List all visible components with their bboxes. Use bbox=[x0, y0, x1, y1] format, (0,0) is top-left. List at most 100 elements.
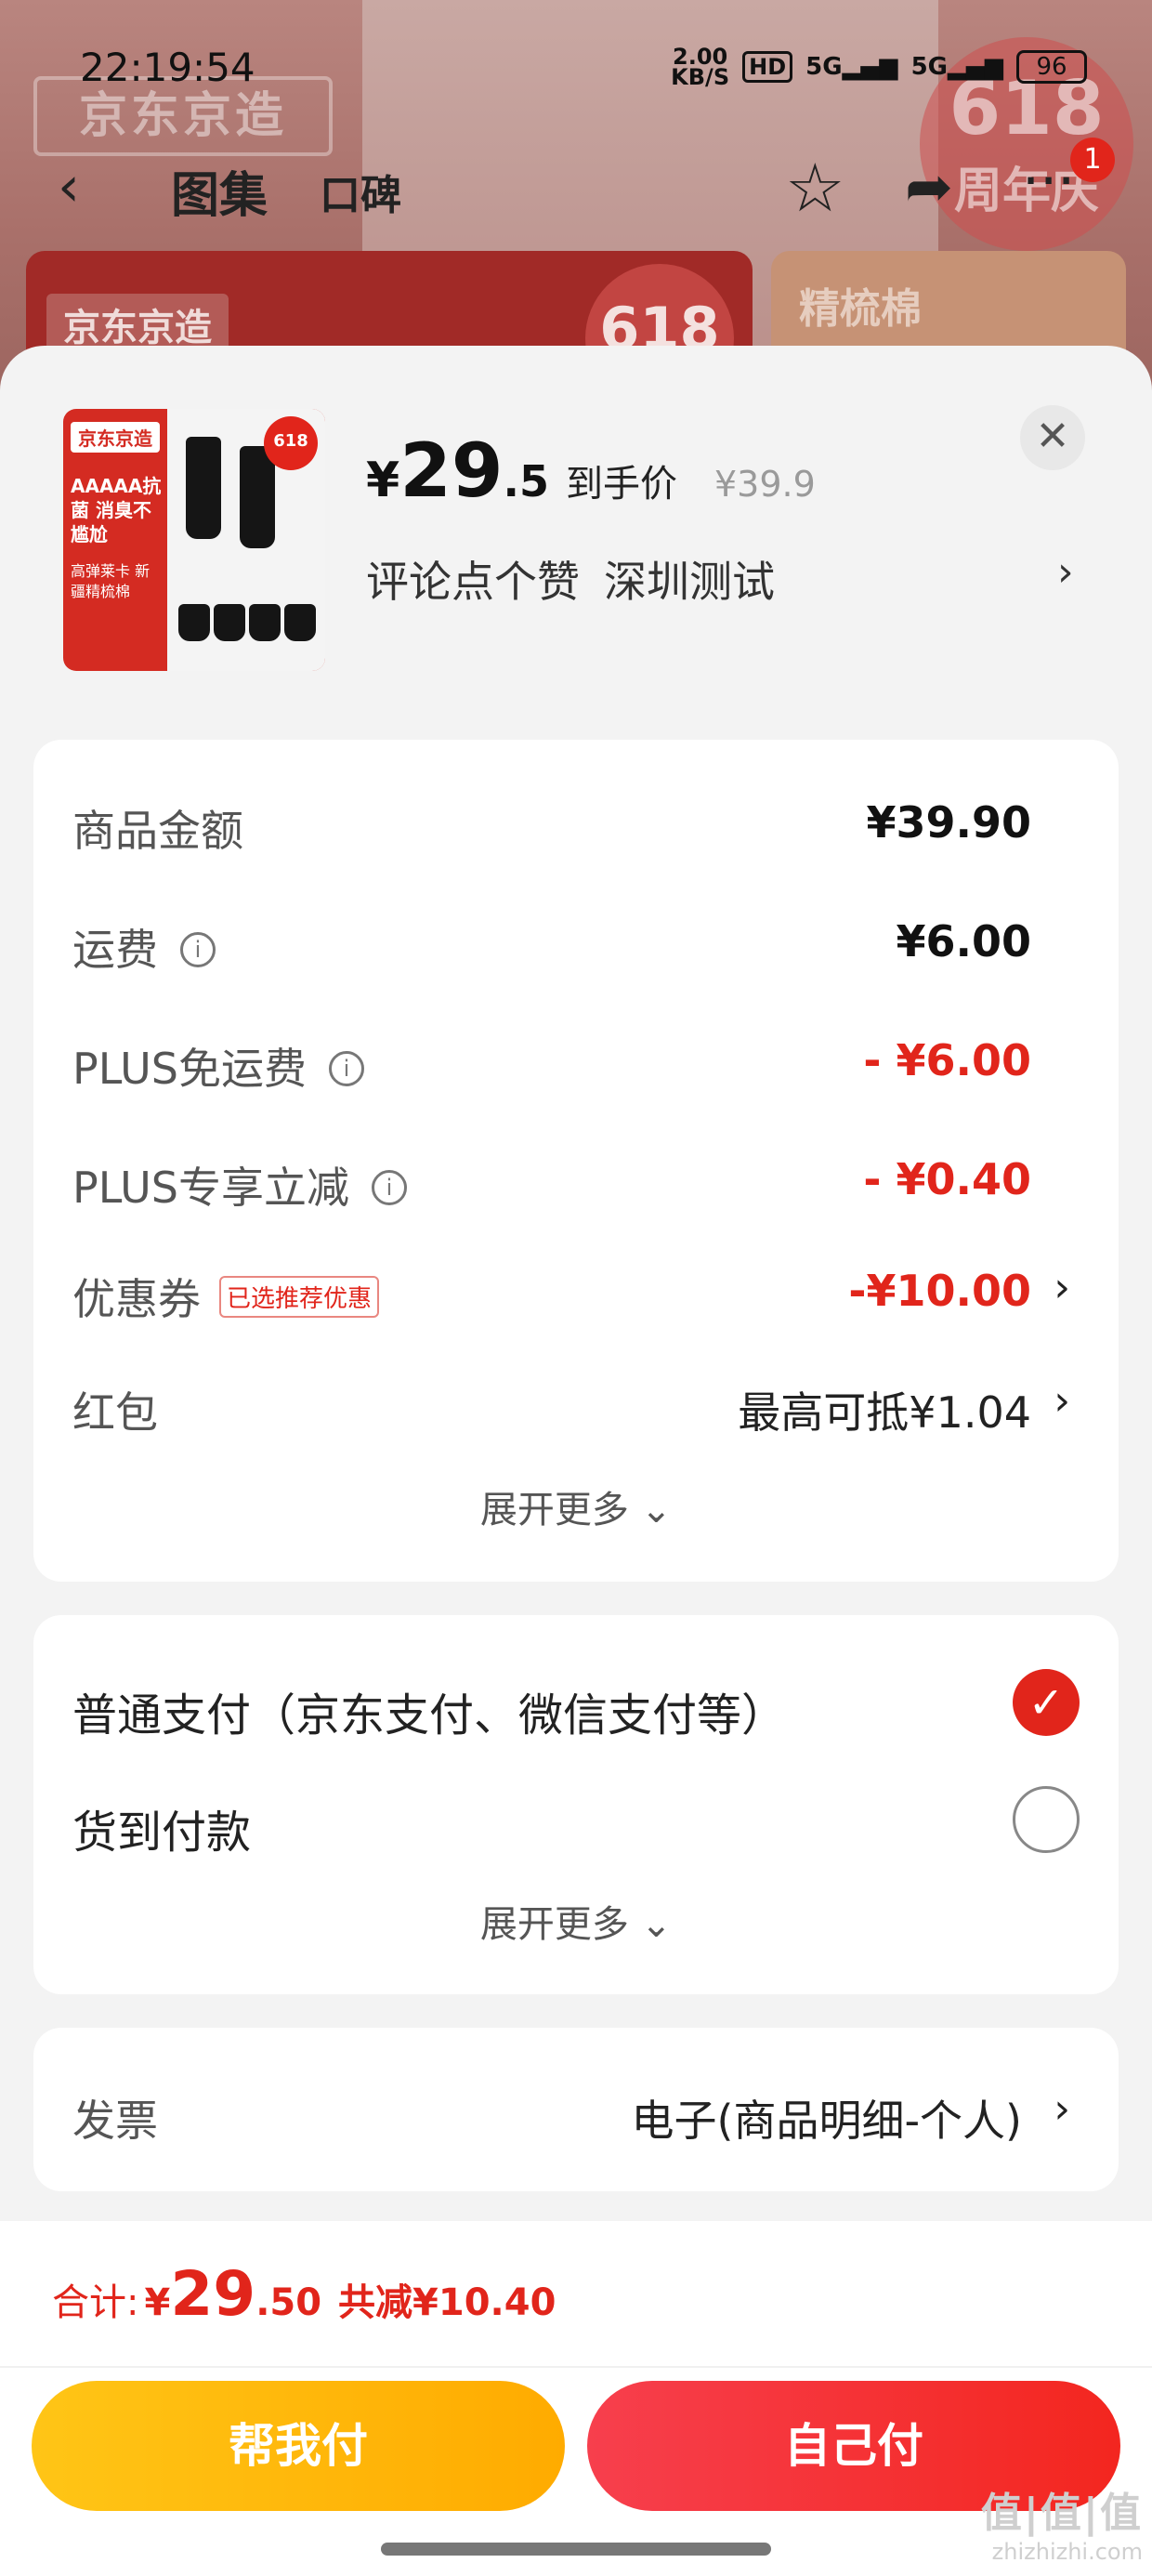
expand-label: 展开更多 bbox=[479, 1489, 629, 1531]
signal-label-1: 5G bbox=[805, 53, 843, 81]
order-total: 合计: ¥ 29 .50 共减¥10.40 bbox=[52, 2258, 556, 2330]
home-indicator[interactable] bbox=[381, 2543, 771, 2556]
status-icons: 2.00 KB/S HD 5G▂▄▆ 5G▂▄▆ 96 bbox=[671, 46, 1087, 90]
price-currency: ¥ bbox=[366, 453, 400, 508]
fee-value: - ¥0.40 bbox=[863, 1154, 1031, 1204]
fee-row-shipping: 运费 i ¥6.00 bbox=[33, 898, 1119, 981]
watermark: 值|值|值 zhizhizhi.com bbox=[981, 2479, 1143, 2565]
fee-row-red-packet[interactable]: 红包 最高可抵¥1.04 › bbox=[33, 1360, 1119, 1444]
watermark-domain: zhizhizhi.com bbox=[991, 2539, 1143, 2565]
total-currency: ¥ bbox=[144, 2281, 171, 2324]
expand-more-payments[interactable]: 展开更多 ⌄ bbox=[33, 1894, 1119, 1948]
fee-label: 商品金额 bbox=[72, 806, 243, 856]
notification-count-badge: 1 bbox=[1070, 138, 1115, 182]
info-icon[interactable]: i bbox=[371, 1169, 407, 1205]
checked-icon[interactable]: ✓ bbox=[1013, 1669, 1080, 1736]
expand-more-fees[interactable]: 展开更多 ⌄ bbox=[33, 1479, 1119, 1533]
watermark-logo: 值|值|值 bbox=[980, 2490, 1143, 2537]
fee-value: - ¥6.00 bbox=[863, 1035, 1031, 1085]
chevron-down-icon: ⌄ bbox=[640, 1489, 673, 1531]
payment-method-card: 普通支付（京东支付、微信支付等） ✓ 货到付款 展开更多 ⌄ bbox=[33, 1615, 1119, 1994]
clock: 22:19:54 bbox=[80, 45, 255, 90]
unchecked-radio-icon[interactable] bbox=[1013, 1786, 1080, 1853]
share-icon[interactable]: ➦ bbox=[905, 152, 953, 220]
fee-label: 优惠券 已选推荐优惠 bbox=[72, 1266, 380, 1327]
product-summary: 京东京造 AAAAA抗菌 消臭不尴尬 高弹莱卡 新疆精梳棉 618 ¥ 29 .… bbox=[0, 346, 1152, 717]
info-icon[interactable]: i bbox=[328, 1050, 364, 1086]
back-arrow-icon[interactable]: ‹ bbox=[58, 154, 80, 219]
info-icon[interactable]: i bbox=[180, 931, 216, 967]
product-thumbnail[interactable]: 京东京造 AAAAA抗菌 消臭不尴尬 高弹莱卡 新疆精梳棉 618 bbox=[63, 409, 325, 671]
fee-label: PLUS免运费 i bbox=[72, 1035, 364, 1097]
sock-shape bbox=[240, 446, 275, 548]
fee-label: 运费 i bbox=[72, 916, 216, 978]
product-top-nav: ‹ 图集 口碑 ☆ ➦ ··· 1 bbox=[0, 138, 1152, 227]
recommended-coupon-tag: 已选推荐优惠 bbox=[219, 1276, 380, 1318]
promo-text-2: 深圳测试 bbox=[604, 557, 775, 607]
original-price: ¥39.9 bbox=[714, 464, 816, 505]
chevron-right-icon[interactable]: › bbox=[1054, 1377, 1070, 1425]
thumbnail-material-label: 精梳棉 bbox=[799, 285, 922, 333]
signal-icon: 5G▂▄▆ bbox=[805, 53, 898, 81]
promo-text-1: 评论点个赞 bbox=[366, 557, 580, 607]
invoice-row[interactable]: 发票 电子(商品明细-个人) › bbox=[33, 2069, 1119, 2152]
chevron-right-icon[interactable]: › bbox=[1054, 1264, 1070, 1311]
help-me-pay-button[interactable]: 帮我付 bbox=[32, 2381, 565, 2511]
network-speed: 2.00 KB/S bbox=[671, 46, 730, 90]
signal-label-2: 5G bbox=[910, 53, 948, 81]
network-speed-unit: KB/S bbox=[671, 64, 730, 90]
total-integer: 29 bbox=[170, 2258, 256, 2330]
fee-label: 红包 bbox=[72, 1387, 158, 1438]
sock-shape bbox=[214, 604, 245, 641]
thumbnail-618-badge: 618 bbox=[264, 416, 318, 470]
favorite-star-icon[interactable]: ☆ bbox=[785, 149, 845, 227]
fee-label: PLUS专享立减 i bbox=[72, 1154, 407, 1216]
fee-row-plus-discount: PLUS专享立减 i - ¥0.40 bbox=[33, 1136, 1119, 1219]
tab-reviews[interactable]: 口碑 bbox=[320, 162, 401, 221]
signal-icon-2: 5G▂▄▆ bbox=[910, 53, 1003, 81]
invoice-card[interactable]: 发票 电子(商品明细-个人) › bbox=[33, 2028, 1119, 2191]
price-label: 到手价 bbox=[566, 463, 677, 506]
fee-row-goods: 商品金额 ¥39.90 bbox=[33, 779, 1119, 862]
sock-shape bbox=[186, 437, 221, 539]
total-savings: 共减¥10.40 bbox=[338, 2281, 556, 2324]
fee-value: 最高可抵¥1.04 bbox=[738, 1387, 1031, 1438]
total-decimal: .50 bbox=[255, 2281, 322, 2324]
fee-breakdown-card: 商品金额 ¥39.90 运费 i ¥6.00 PLUS免运费 i - ¥6.00 P… bbox=[33, 740, 1119, 1582]
price-integer: 29 bbox=[399, 427, 504, 514]
invoice-label: 发票 bbox=[72, 2096, 158, 2146]
fee-label-text: 优惠券 bbox=[72, 1274, 201, 1324]
thumbnail-promo-text: AAAAA抗菌 消臭不尴尬 bbox=[71, 475, 162, 545]
fee-row-plus-free-shipping: PLUS免运费 i - ¥6.00 bbox=[33, 1017, 1119, 1100]
checkout-footer: 合计: ¥ 29 .50 共减¥10.40 帮我付 自己付 值|值|值 zhiz… bbox=[0, 2221, 1152, 2576]
close-button[interactable]: ✕ bbox=[1020, 405, 1085, 470]
payment-option-cod[interactable]: 货到付款 bbox=[33, 1773, 1119, 1866]
sock-shape bbox=[249, 604, 281, 641]
invoice-value: 电子(商品明细-个人) bbox=[631, 2096, 1023, 2146]
payment-option-label: 货到付款 bbox=[72, 1807, 252, 1859]
expand-label: 展开更多 bbox=[479, 1903, 629, 1946]
battery-icon: 96 bbox=[1016, 50, 1087, 84]
status-bar: 22:19:54 2.00 KB/S HD 5G▂▄▆ 5G▂▄▆ 96 bbox=[0, 37, 1152, 102]
thumbnail-brand: 京东京造 bbox=[71, 422, 160, 453]
fee-label-text: PLUS专享立减 bbox=[72, 1163, 349, 1213]
chevron-down-icon: ⌄ bbox=[640, 1903, 673, 1946]
fee-row-coupon[interactable]: 优惠券 已选推荐优惠 -¥10.00 › bbox=[33, 1247, 1119, 1331]
tab-gallery[interactable]: 图集 bbox=[171, 156, 268, 226]
payment-option-standard[interactable]: 普通支付（京东支付、微信支付等） ✓ bbox=[33, 1656, 1119, 1749]
close-icon: ✕ bbox=[1035, 413, 1070, 460]
fee-value: -¥10.00 bbox=[848, 1266, 1031, 1316]
chevron-right-icon[interactable]: › bbox=[1054, 2085, 1070, 2133]
sock-shape bbox=[178, 604, 210, 641]
sock-shape bbox=[284, 604, 316, 641]
more-icon[interactable]: ··· bbox=[1022, 149, 1075, 214]
thumbnail-sub-text: 高弹莱卡 新疆精梳棉 bbox=[71, 562, 151, 600]
fee-label-text: 运费 bbox=[72, 925, 158, 975]
fee-value: ¥39.90 bbox=[866, 797, 1031, 848]
fee-value: ¥6.00 bbox=[896, 916, 1031, 966]
price-decimal: .5 bbox=[503, 456, 549, 506]
chevron-right-icon[interactable]: › bbox=[1057, 548, 1074, 596]
hd-icon: HD bbox=[742, 51, 793, 83]
promo-row[interactable]: 评论点个赞 深圳测试 bbox=[366, 548, 775, 610]
footer-divider bbox=[0, 2366, 1152, 2368]
